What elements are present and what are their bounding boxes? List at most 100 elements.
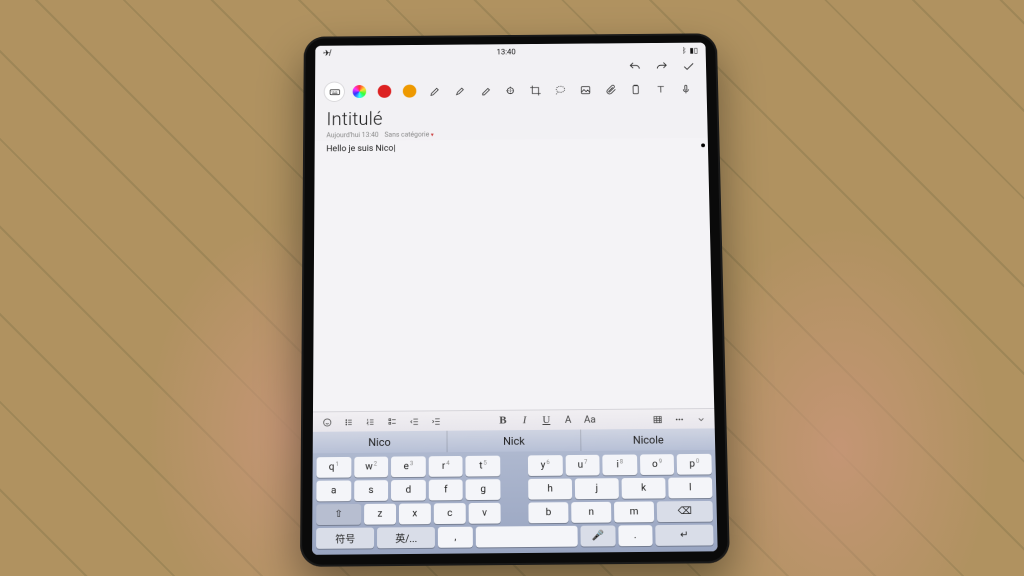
key-l[interactable]: l <box>668 477 712 498</box>
italic-button[interactable]: I <box>517 412 533 428</box>
key-c[interactable]: c <box>434 503 466 524</box>
tablet-device-frame: ✈︎̸ 13:40 ᛒ ▮▯ <box>300 33 730 567</box>
numbered-list-icon <box>365 416 376 427</box>
clipboard-button[interactable] <box>625 80 645 99</box>
lasso-button[interactable] <box>550 81 570 100</box>
key-r[interactable]: r4 <box>429 456 463 477</box>
key-j[interactable]: j <box>575 478 619 499</box>
undo-icon <box>628 61 642 74</box>
key-m[interactable]: m <box>614 501 654 522</box>
key-d[interactable]: d <box>391 480 425 501</box>
key-g[interactable]: g <box>466 479 501 500</box>
key-z[interactable]: z <box>364 504 396 525</box>
note-date: Aujourd'hui 13:40 <box>326 131 378 139</box>
palette-icon <box>353 85 367 98</box>
note-title[interactable]: Intitulé <box>326 105 695 129</box>
key-mic[interactable]: 🎤 <box>581 525 615 546</box>
redo-button[interactable] <box>654 59 670 74</box>
key-enter[interactable]: ↵ <box>655 525 714 546</box>
suggestion-3[interactable]: Nicole <box>581 428 715 451</box>
key-e[interactable]: e3 <box>391 456 425 477</box>
bullet-list-button[interactable] <box>341 414 357 430</box>
device-screen: ✈︎̸ 13:40 ᛒ ▮▯ <box>312 43 718 555</box>
font-color-button[interactable]: A <box>560 412 576 428</box>
key-shift[interactable]: ⇧ <box>316 504 361 525</box>
suggestion-2[interactable]: Nick <box>447 430 582 453</box>
key-language[interactable]: 英/... <box>377 527 435 548</box>
color-picker-button[interactable] <box>350 82 369 101</box>
collapse-keyboard-button[interactable] <box>693 411 709 427</box>
highlighter-button[interactable] <box>450 81 469 100</box>
key-u[interactable]: u7 <box>565 455 600 476</box>
key-x[interactable]: x <box>399 503 431 524</box>
redo-icon <box>655 60 669 73</box>
text-format-button[interactable] <box>650 80 670 99</box>
font-style-button[interactable]: Aa <box>582 412 598 428</box>
keyboard-right: y6 u7 i8 o9 p0 h j k l b n <box>528 454 713 523</box>
key-space[interactable] <box>475 526 578 548</box>
key-s[interactable]: s <box>354 480 388 501</box>
outdent-icon <box>408 416 419 427</box>
more-icon <box>673 414 684 425</box>
keyboard-icon <box>328 86 341 98</box>
soft-keyboard: q1 w2 e3 r4 t5 a s d f g ⇧ <box>312 450 718 555</box>
key-q[interactable]: q1 <box>317 457 351 478</box>
check-icon <box>682 60 696 73</box>
key-f[interactable]: f <box>429 479 463 500</box>
table-button[interactable] <box>649 411 665 427</box>
note-category[interactable]: Sans catégorie ▾ <box>384 131 433 139</box>
crop-button[interactable] <box>525 81 544 100</box>
key-n[interactable]: n <box>571 502 611 523</box>
key-o[interactable]: o9 <box>640 454 675 475</box>
key-a[interactable]: a <box>316 480 351 501</box>
pen-color-red[interactable] <box>375 82 394 101</box>
suggestion-1[interactable]: Nico <box>313 431 448 454</box>
red-swatch-icon <box>378 85 392 98</box>
indent-icon <box>430 416 441 427</box>
key-t[interactable]: t5 <box>466 456 500 477</box>
key-b[interactable]: b <box>528 502 568 523</box>
emoji-button[interactable] <box>319 414 335 430</box>
key-v[interactable]: v <box>469 503 501 524</box>
more-button[interactable] <box>671 411 687 427</box>
attachment-button[interactable] <box>600 80 620 99</box>
text-icon <box>654 83 667 95</box>
confirm-button[interactable] <box>681 59 697 74</box>
key-k[interactable]: k <box>622 478 666 499</box>
note-body[interactable]: Hello je suis Nico <box>313 138 714 412</box>
bold-button[interactable]: B <box>495 413 511 429</box>
bluetooth-icon: ᛒ <box>682 46 687 54</box>
shape-button[interactable] <box>500 81 519 100</box>
orange-swatch-icon <box>403 85 417 98</box>
key-symbols[interactable]: 符号 <box>316 528 374 549</box>
lasso-icon <box>554 84 567 96</box>
pen-tool-button[interactable] <box>425 82 444 101</box>
eraser-icon <box>478 84 491 96</box>
eraser-button[interactable] <box>475 81 494 100</box>
underline-button[interactable]: U <box>538 412 554 428</box>
note-header: Intitulé Aujourd'hui 13:40 Sans catégori… <box>315 102 708 142</box>
chevron-down-icon: ▾ <box>429 132 433 139</box>
outdent-button[interactable] <box>406 413 422 429</box>
checklist-button[interactable] <box>384 414 400 430</box>
battery-icon: ▮▯ <box>689 46 698 54</box>
key-backspace[interactable]: ⌫ <box>657 501 713 522</box>
key-period[interactable]: . <box>618 525 653 546</box>
key-i[interactable]: i8 <box>602 454 637 475</box>
key-y[interactable]: y6 <box>528 455 563 476</box>
numbered-list-button[interactable] <box>362 414 378 430</box>
key-h[interactable]: h <box>528 479 572 500</box>
scroll-indicator <box>701 143 705 147</box>
undo-button[interactable] <box>627 60 643 75</box>
key-comma[interactable]: , <box>438 527 472 548</box>
pen-color-orange[interactable] <box>400 82 419 101</box>
bullet-list-icon <box>343 416 354 427</box>
image-button[interactable] <box>575 80 595 99</box>
mic-button[interactable] <box>676 79 696 98</box>
clipboard-icon <box>629 83 642 95</box>
key-p[interactable]: p0 <box>677 454 712 475</box>
status-time: 13:40 <box>497 47 516 55</box>
indent-button[interactable] <box>428 413 444 429</box>
keyboard-mode-button[interactable] <box>325 82 344 101</box>
key-w[interactable]: w2 <box>354 457 388 478</box>
